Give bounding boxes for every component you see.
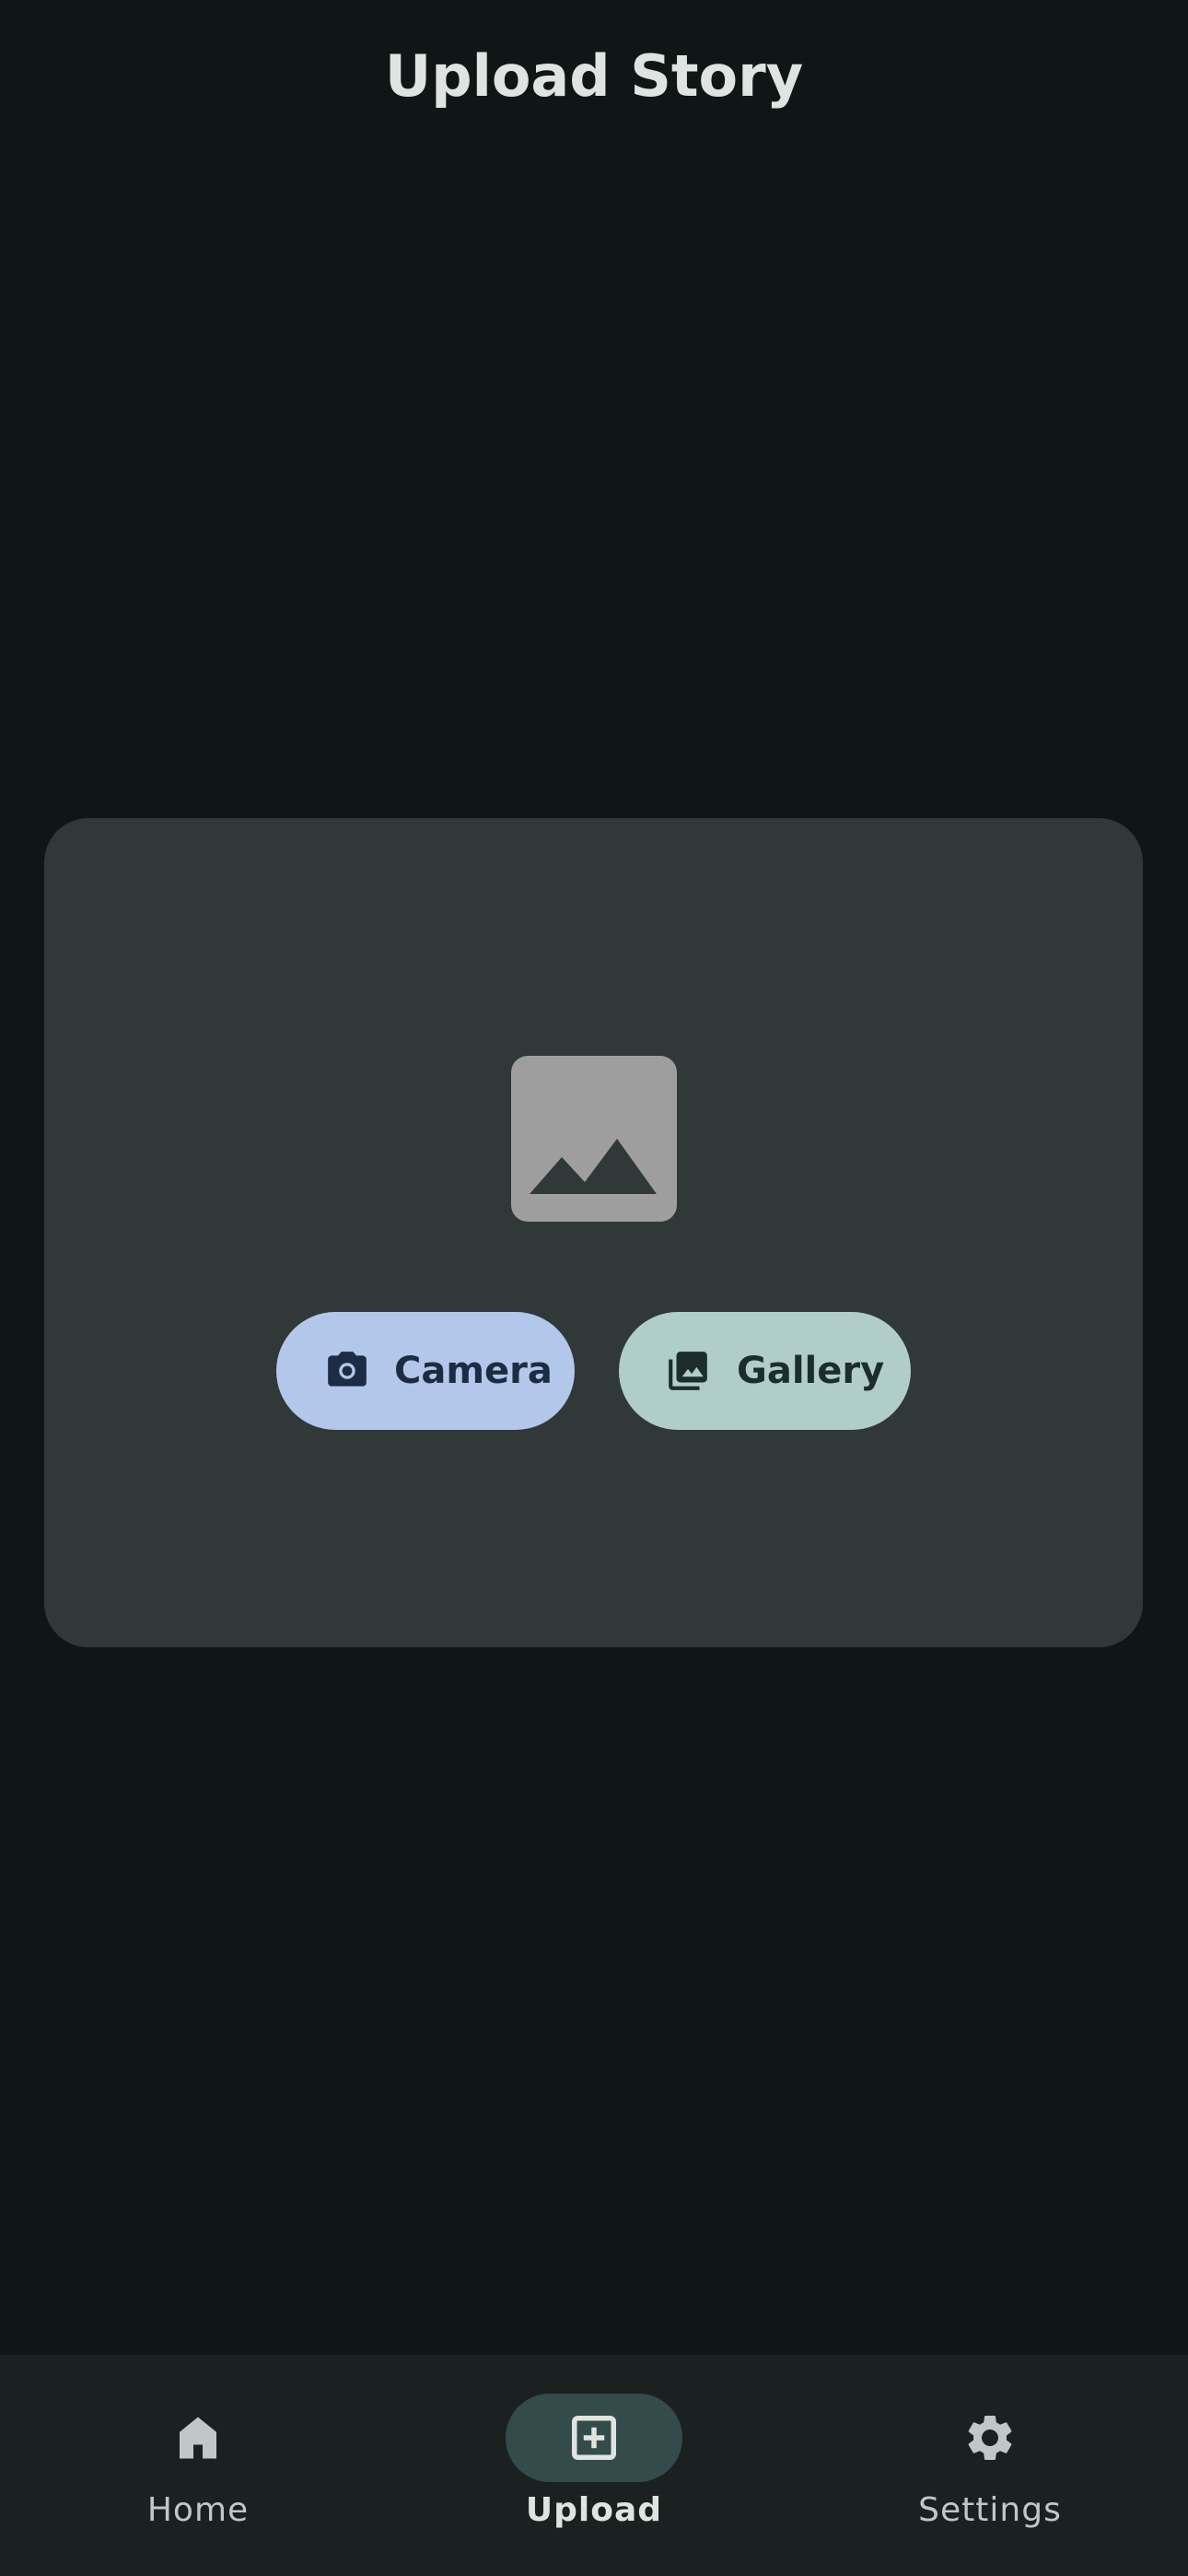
bottom-navigation-bar: Home Upload Settings bbox=[0, 2355, 1188, 2576]
gear-icon bbox=[968, 2416, 1012, 2460]
nav-label-upload: Upload bbox=[525, 2491, 663, 2529]
nav-item-settings[interactable]: Settings bbox=[792, 2355, 1188, 2576]
image-placeholder-icon bbox=[511, 1056, 677, 1222]
gallery-button[interactable]: Gallery bbox=[619, 1312, 911, 1430]
nav-item-home[interactable]: Home bbox=[0, 2355, 396, 2576]
camera-button-label: Camera bbox=[394, 1350, 553, 1392]
photo-library-icon bbox=[669, 1352, 707, 1390]
home-icon bbox=[180, 2417, 216, 2459]
upload-card: Camera Gallery bbox=[44, 818, 1143, 1647]
add-box-icon bbox=[572, 2416, 616, 2460]
gallery-button-label: Gallery bbox=[737, 1350, 885, 1392]
nav-label-home: Home bbox=[146, 2491, 250, 2529]
upload-story-screen: Upload Story Camera Gallery Home Upload … bbox=[0, 0, 1188, 2576]
nav-item-upload[interactable]: Upload bbox=[396, 2355, 792, 2576]
nav-label-settings: Settings bbox=[918, 2491, 1062, 2529]
camera-icon bbox=[328, 1352, 367, 1387]
page-title: Upload Story bbox=[384, 42, 804, 110]
camera-button[interactable]: Camera bbox=[276, 1312, 575, 1430]
